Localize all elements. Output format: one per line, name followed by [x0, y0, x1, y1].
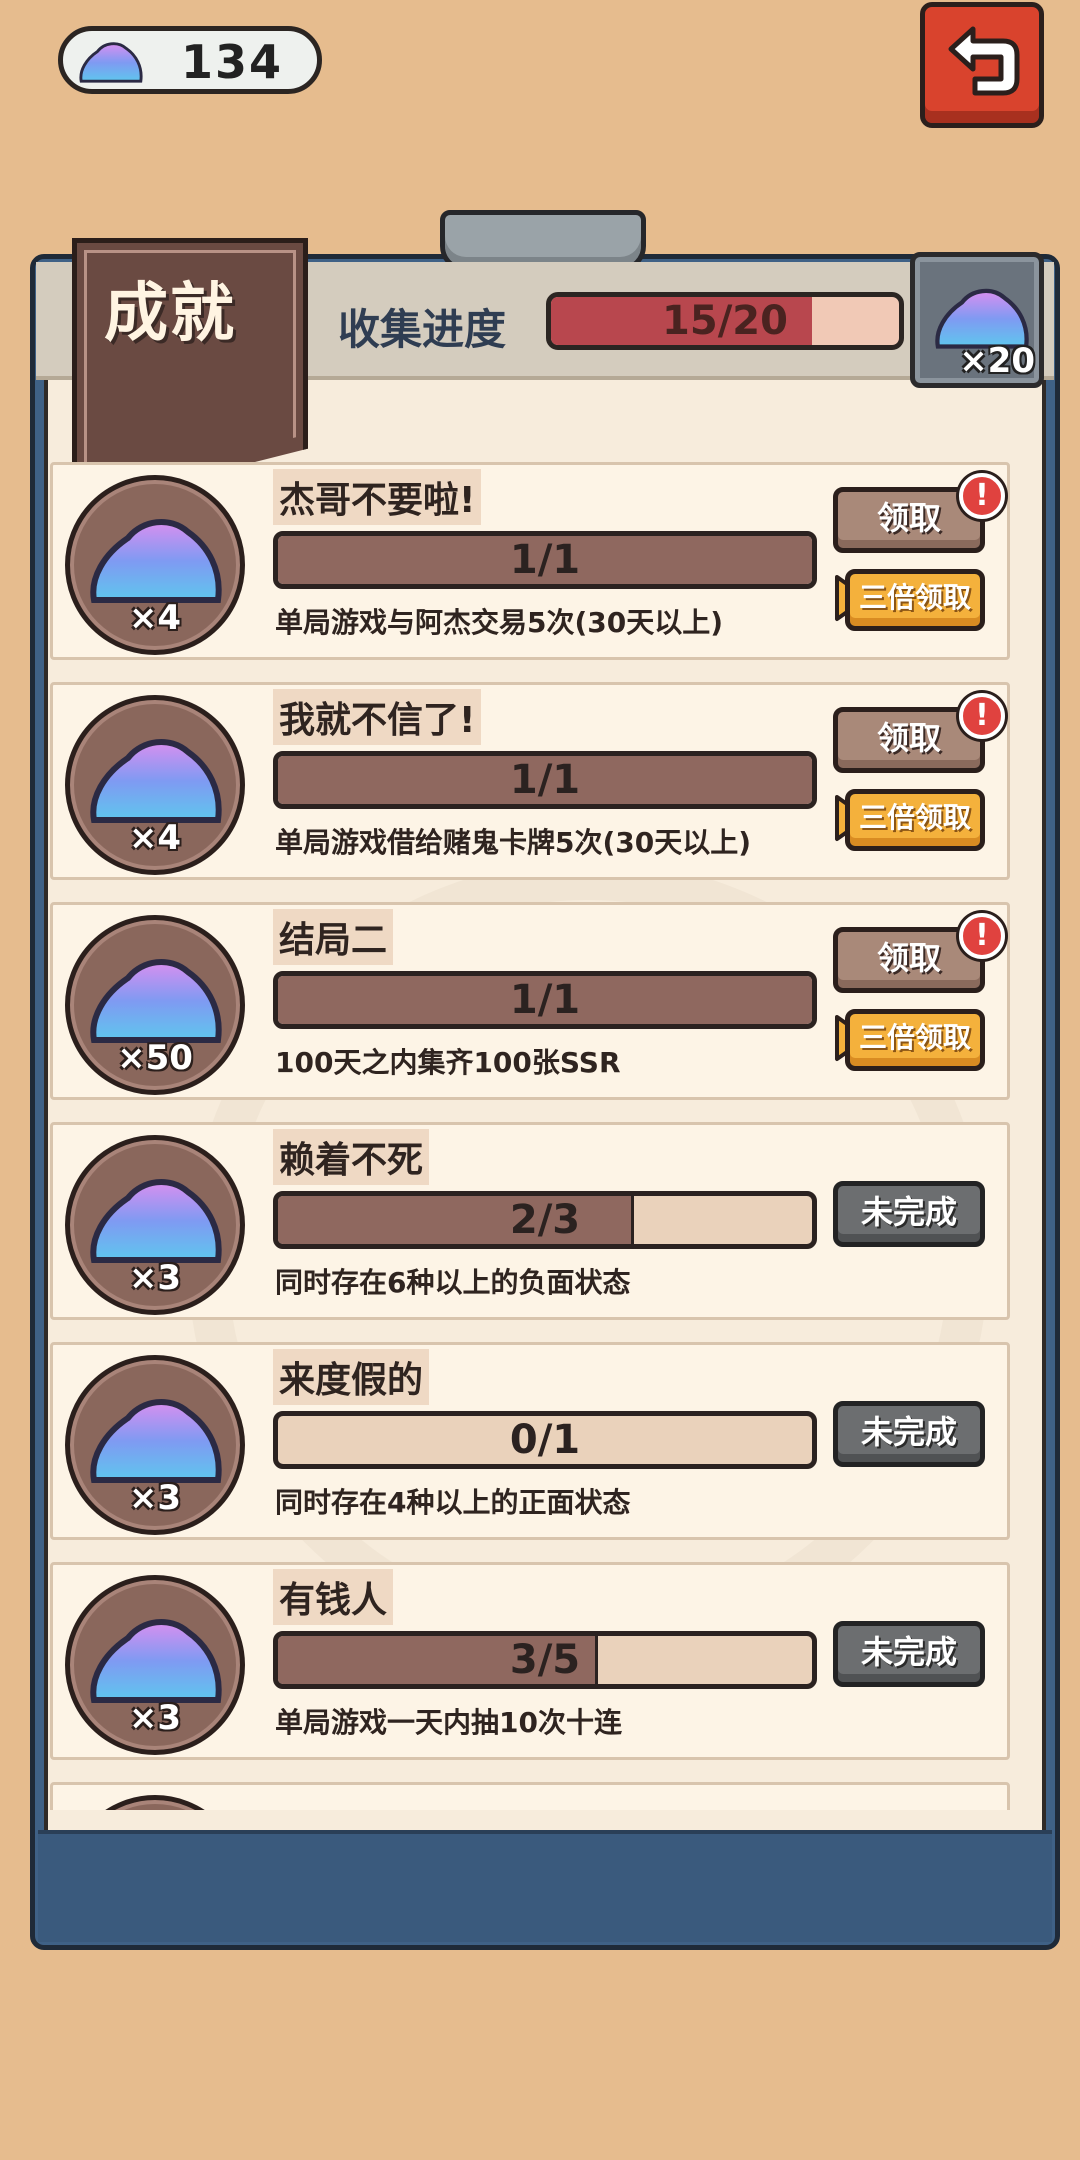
- collect-progress-text: 15/20: [662, 298, 788, 344]
- crystal-ore-icon: [84, 728, 228, 832]
- incomplete-button[interactable]: 未完成: [833, 1181, 985, 1247]
- alert-badge-icon: !: [959, 693, 1005, 739]
- achievement-title: 有钱人: [273, 1569, 394, 1625]
- alert-badge-icon: !: [959, 473, 1005, 519]
- triple-claim-button[interactable]: 三倍领取: [845, 789, 985, 851]
- collect-progress-label: 收集进度: [338, 305, 507, 354]
- achievement-row: ×3 来度假的 0/1 同时存在4种以上的正面状态 未完成: [50, 1342, 1010, 1540]
- achievement-title: 结局二: [273, 909, 394, 965]
- achievement-progress-text: 1/1: [509, 757, 581, 803]
- crystal-ore-icon: [84, 1168, 228, 1272]
- achievement-progress-bar: 1/1: [273, 531, 817, 589]
- crystal-ore-icon: [84, 948, 228, 1052]
- achievement-description: 同时存在6种以上的负面状态: [275, 1266, 631, 1299]
- achievement-description: 单局游戏借给赌鬼卡牌5次(30天以上): [275, 826, 752, 859]
- achievement-description: 单局游戏一天内抽10次十连: [275, 1706, 622, 1739]
- achievement-description: 同时存在4种以上的正面状态: [275, 1486, 631, 1519]
- achievement-title: 杰哥不要啦!: [273, 469, 482, 525]
- achievement-row: ×4 杰哥不要啦! 1/1 单局游戏与阿杰交易5次(30天以上) 领取 ! 三倍…: [50, 462, 1010, 660]
- page-title: 成就: [104, 277, 236, 351]
- achievement-progress-bar: 2/3: [273, 1191, 817, 1249]
- currency-display: 134: [58, 26, 322, 94]
- achievement-description: 单局游戏与阿杰交易5次(30天以上): [275, 606, 724, 639]
- incomplete-button[interactable]: 未完成: [833, 1621, 985, 1687]
- reward-multiplier: ×50: [117, 1038, 193, 1078]
- incomplete-button[interactable]: 未完成: [833, 1401, 985, 1467]
- achievement-title: 我就不信了!: [273, 689, 482, 745]
- reward-multiplier: ×4: [128, 818, 182, 858]
- collection-reward-box[interactable]: ×20: [910, 252, 1044, 388]
- achievement-row: ×3 赖着不死 2/3 同时存在6种以上的负面状态 未完成: [50, 1122, 1010, 1320]
- reward-multiplier: ×3: [128, 1258, 182, 1298]
- board-bottom: [38, 1830, 1052, 1942]
- crystal-ore-icon: [84, 1608, 228, 1712]
- alert-badge-icon: !: [959, 913, 1005, 959]
- achievement-title: 来度假的: [273, 1349, 430, 1405]
- crystal-ore-icon: [75, 37, 147, 87]
- reward-multiplier: ×4: [128, 598, 182, 638]
- achievement-description: 100天之内集齐100张SSR: [275, 1046, 621, 1079]
- back-button[interactable]: [920, 2, 1044, 128]
- achievement-list[interactable]: ×4 杰哥不要啦! 1/1 单局游戏与阿杰交易5次(30天以上) 领取 ! 三倍…: [50, 462, 1010, 1810]
- achievement-progress-bar: 1/1: [273, 971, 817, 1029]
- collect-progress-bar: 15/20: [546, 292, 904, 350]
- achievement-progress-text: 0/1: [509, 1417, 581, 1463]
- achievement-progress-text: 1/1: [509, 977, 581, 1023]
- reward-medal: ×4: [65, 695, 245, 875]
- reward-medal: ×4: [65, 475, 245, 655]
- collection-reward-multiplier: ×20: [959, 341, 1035, 381]
- achievement-progress-text: 2/3: [509, 1197, 581, 1243]
- triple-claim-button[interactable]: 三倍领取: [845, 1009, 985, 1071]
- crystal-ore-icon: [84, 1388, 228, 1492]
- achievement-row: ×50 结局二 1/1 100天之内集齐100张SSR 领取 ! 三倍领取: [50, 902, 1010, 1100]
- achievement-progress-text: 3/5: [509, 1637, 581, 1683]
- reward-medal: [65, 1795, 245, 1810]
- crystal-ore-icon: [84, 508, 228, 612]
- achievement-row: ×3 有钱人 3/5 单局游戏一天内抽10次十连 未完成: [50, 1562, 1010, 1760]
- achievement-row: ×4 我就不信了! 1/1 单局游戏借给赌鬼卡牌5次(30天以上) 领取 ! 三…: [50, 682, 1010, 880]
- currency-value: 134: [181, 35, 284, 89]
- achievement-row-partial: [50, 1782, 1010, 1810]
- triple-claim-button[interactable]: 三倍领取: [845, 569, 985, 631]
- achievement-progress-bar: 0/1: [273, 1411, 817, 1469]
- reward-multiplier: ×3: [128, 1478, 182, 1518]
- achievement-title: 赖着不死: [273, 1129, 430, 1185]
- achievement-progress-text: 1/1: [509, 537, 581, 583]
- reward-medal: ×3: [65, 1575, 245, 1755]
- achievement-progress-bar: 3/5: [273, 1631, 817, 1689]
- reward-medal: ×3: [65, 1135, 245, 1315]
- reward-medal: ×3: [65, 1355, 245, 1535]
- reward-multiplier: ×3: [128, 1698, 182, 1738]
- reward-medal: ×50: [65, 915, 245, 1095]
- return-arrow-icon: [948, 26, 1020, 96]
- achievement-progress-bar: 1/1: [273, 751, 817, 809]
